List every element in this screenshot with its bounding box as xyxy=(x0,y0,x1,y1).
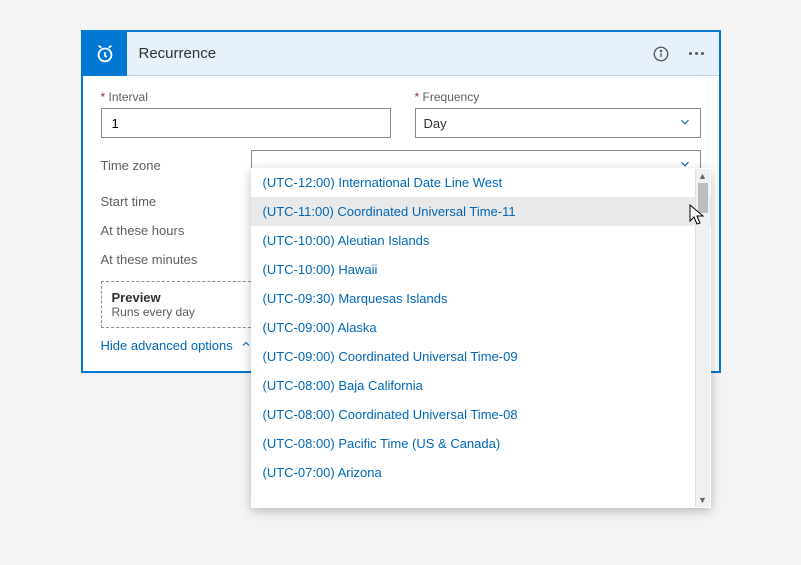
recurrence-card: Recurrence Interval Freq xyxy=(81,30,721,373)
atminutes-label: At these minutes xyxy=(101,252,251,267)
hide-advanced-text: Hide advanced options xyxy=(101,338,233,353)
timezone-option[interactable]: (UTC-09:00) Alaska xyxy=(251,313,711,342)
timezone-label: Time zone xyxy=(101,158,251,173)
interval-text[interactable] xyxy=(110,115,382,132)
scrollbar[interactable]: ▲ ▼ xyxy=(695,169,710,507)
scroll-thumb[interactable] xyxy=(698,183,708,213)
interval-label: Interval xyxy=(101,90,391,104)
athours-label: At these hours xyxy=(101,223,251,238)
preview-box: Preview Runs every day xyxy=(101,281,261,328)
timezone-option[interactable]: (UTC-07:00) Arizona xyxy=(251,458,711,487)
preview-subtitle: Runs every day xyxy=(112,305,250,319)
timezone-option[interactable]: (UTC-08:00) Coordinated Universal Time-0… xyxy=(251,400,711,429)
interval-input[interactable] xyxy=(101,108,391,138)
ellipsis-icon xyxy=(689,52,704,55)
card-body: Interval Frequency Day Time zone xyxy=(83,76,719,371)
card-header: Recurrence xyxy=(83,32,719,76)
frequency-select[interactable]: Day xyxy=(415,108,701,138)
chevron-down-icon xyxy=(678,115,692,132)
scroll-up-icon[interactable]: ▲ xyxy=(696,169,710,183)
info-button[interactable] xyxy=(649,42,673,66)
timezone-option[interactable]: (UTC-08:00) Pacific Time (US & Canada) xyxy=(251,429,711,458)
preview-title: Preview xyxy=(112,290,250,305)
timezone-option[interactable]: (UTC-12:00) International Date Line West xyxy=(251,168,711,197)
timezone-option[interactable]: (UTC-08:00) Baja California xyxy=(251,371,711,400)
timezone-option[interactable]: (UTC-11:00) Coordinated Universal Time-1… xyxy=(251,197,711,226)
timezone-option[interactable]: (UTC-09:00) Coordinated Universal Time-0… xyxy=(251,342,711,371)
clock-icon xyxy=(83,32,127,76)
timezone-dropdown[interactable]: (UTC-12:00) International Date Line West… xyxy=(251,168,711,508)
frequency-value: Day xyxy=(424,116,447,131)
scroll-down-icon[interactable]: ▼ xyxy=(696,493,710,507)
timezone-option[interactable]: (UTC-10:00) Aleutian Islands xyxy=(251,226,711,255)
frequency-label: Frequency xyxy=(415,90,701,104)
starttime-label: Start time xyxy=(101,194,251,209)
timezone-option[interactable]: (UTC-09:30) Marquesas Islands xyxy=(251,284,711,313)
more-button[interactable] xyxy=(685,42,709,66)
header-title: Recurrence xyxy=(127,45,649,62)
timezone-option[interactable]: (UTC-10:00) Hawaii xyxy=(251,255,711,284)
